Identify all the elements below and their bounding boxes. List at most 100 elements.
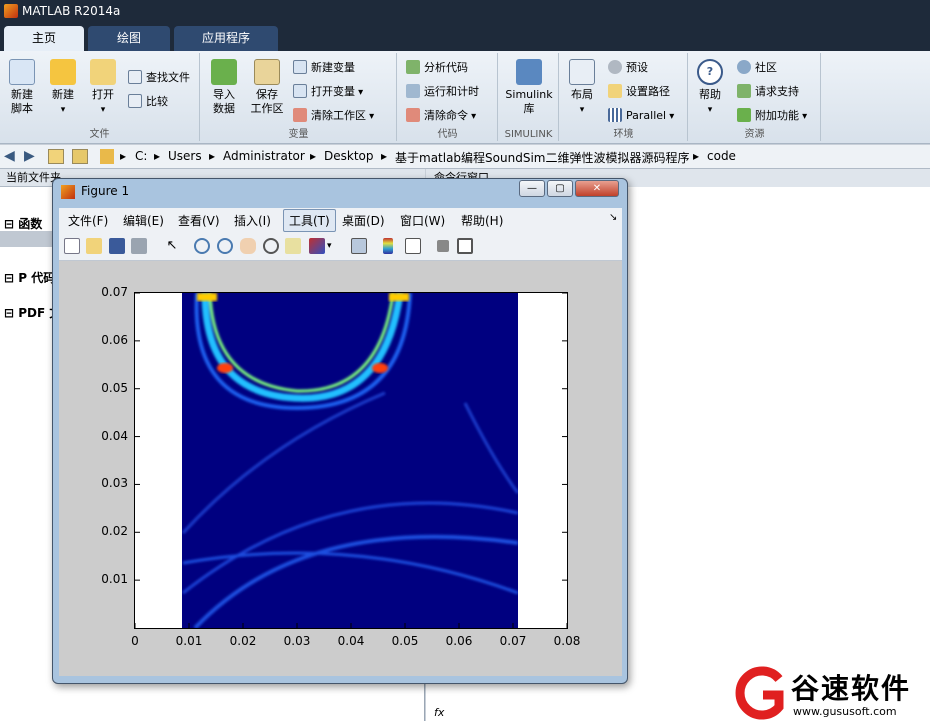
print-icon[interactable] xyxy=(131,238,147,254)
brush-dropdown-icon[interactable]: ▾ xyxy=(327,238,335,254)
preferences-button[interactable]: 预设 xyxy=(608,59,648,77)
back-arrow-icon[interactable]: ◀ xyxy=(4,148,15,164)
minimize-button[interactable]: — xyxy=(519,180,545,197)
up-folder-icon[interactable] xyxy=(48,149,64,164)
zoom-out-icon[interactable] xyxy=(217,238,233,254)
run-and-time-button[interactable]: 运行和计时 xyxy=(406,83,479,101)
show-plot-tools-icon[interactable] xyxy=(457,238,473,254)
colorbar-icon[interactable] xyxy=(383,238,393,254)
select-arrow-icon[interactable]: ↖ xyxy=(164,238,180,254)
x-tick-label: 0.05 xyxy=(391,634,419,648)
data-cursor-icon[interactable] xyxy=(285,238,301,254)
run-time-icon xyxy=(406,84,420,98)
import-arrow-icon xyxy=(211,59,237,85)
x-tick-label: 0 xyxy=(131,634,139,648)
clear-workspace-button[interactable]: 清除工作区 xyxy=(293,107,374,125)
crumb-desktop[interactable]: Desktop xyxy=(324,149,374,163)
menu-window[interactable]: 窗口(W) xyxy=(400,212,445,229)
find-files-button[interactable]: 查找文件 xyxy=(128,69,190,87)
addons-button[interactable]: 附加功能 xyxy=(737,107,807,125)
new-button[interactable]: 新建 ▾ xyxy=(48,59,78,117)
menu-tools[interactable]: 工具(T) xyxy=(283,209,336,232)
help-button[interactable]: ? 帮助 ▾ xyxy=(695,59,725,117)
menu-edit[interactable]: 编辑(E) xyxy=(123,212,164,229)
dock-arrow-icon[interactable]: ↘ xyxy=(609,212,617,223)
plus-icon xyxy=(50,59,76,85)
x-tick-label: 0.04 xyxy=(337,634,365,648)
fx-prompt-icon[interactable]: fx xyxy=(434,706,444,719)
crumb-c[interactable]: C: xyxy=(135,149,147,163)
maximize-button[interactable]: ▢ xyxy=(547,180,573,197)
gususoft-logo-mark xyxy=(735,666,784,720)
tree-section-functions[interactable]: ⊟ 函数 xyxy=(4,215,42,232)
axes[interactable] xyxy=(134,292,568,629)
y-tick-label: 0.02 xyxy=(101,524,128,539)
analyze-code-icon xyxy=(406,60,420,74)
link-plot-icon[interactable] xyxy=(351,238,367,254)
new-variable-icon xyxy=(293,60,307,74)
group-label-environment: 环境 xyxy=(613,129,634,140)
menu-insert[interactable]: 插入(I) xyxy=(234,212,271,229)
compare-icon xyxy=(128,94,142,108)
tree-section-pcode[interactable]: ⊟ P 代码 xyxy=(4,269,55,286)
tab-home[interactable]: 主页 xyxy=(4,26,84,51)
brush-icon[interactable] xyxy=(309,238,325,254)
save-icon[interactable] xyxy=(109,238,125,254)
community-button[interactable]: 社区 xyxy=(737,59,777,77)
clear-commands-button[interactable]: 清除命令 xyxy=(406,107,476,125)
open-file-icon[interactable] xyxy=(86,238,102,254)
close-button[interactable]: ✕ xyxy=(575,180,619,197)
crumb-code[interactable]: code xyxy=(707,149,736,163)
menu-desktop[interactable]: 桌面(D) xyxy=(342,212,385,229)
zoom-in-icon[interactable] xyxy=(194,238,210,254)
menu-view[interactable]: 查看(V) xyxy=(178,212,220,229)
set-path-button[interactable]: 设置路径 xyxy=(608,83,670,101)
analyze-code-button[interactable]: 分析代码 xyxy=(406,59,468,77)
hide-plot-tools-icon[interactable] xyxy=(437,240,449,252)
rotate-3d-icon[interactable] xyxy=(263,238,279,254)
new-variable-button[interactable]: 新建变量 xyxy=(293,59,355,77)
open-button[interactable]: 打开 ▾ xyxy=(88,59,118,117)
group-simulink: Simulink 库 SIMULINK xyxy=(499,53,559,141)
crumb-administrator[interactable]: Administrator xyxy=(223,149,305,163)
open-variable-button[interactable]: 打开变量 xyxy=(293,83,363,101)
group-label-file: 文件 xyxy=(89,129,110,140)
parallel-button[interactable]: Parallel xyxy=(608,107,674,125)
x-tick-label: 0.08 xyxy=(553,634,581,648)
browse-folder-icon[interactable] xyxy=(72,149,88,164)
import-data-button[interactable]: 导入 数据 xyxy=(207,59,241,116)
figure-window[interactable]: Figure 1 — ▢ ✕ 文件(F) 编辑(E) 查看(V) 插入(I) 工… xyxy=(52,178,628,684)
x-tick-label: 0.01 xyxy=(175,634,203,648)
legend-icon[interactable] xyxy=(405,238,421,254)
addons-plus-icon xyxy=(737,108,751,122)
heatmap-image xyxy=(135,293,567,628)
selected-file-row[interactable] xyxy=(0,231,60,247)
group-label-simulink: SIMULINK xyxy=(504,129,553,140)
crumb-project[interactable]: 基于matlab编程SoundSim二维弹性波模拟器源码程序 xyxy=(395,149,689,166)
group-code: 分析代码 运行和计时 清除命令 代码 xyxy=(398,53,498,141)
simulink-library-button[interactable]: Simulink 库 xyxy=(503,59,555,116)
y-tick-label: 0.07 xyxy=(101,285,128,299)
tab-plots[interactable]: 绘图 xyxy=(88,26,170,51)
hotspot-left xyxy=(217,363,233,373)
watermark-logo: 谷速软件 www.gususoft.com xyxy=(733,665,930,721)
y-tick-label: 0.06 xyxy=(101,332,128,347)
pan-hand-icon[interactable] xyxy=(240,238,256,254)
crumb-users[interactable]: Users xyxy=(168,149,202,163)
request-support-button[interactable]: 请求支持 xyxy=(737,83,799,101)
hotspot-top-left xyxy=(197,293,217,301)
find-files-icon xyxy=(128,70,142,84)
matlab-figure-icon xyxy=(61,185,75,199)
tab-apps[interactable]: 应用程序 xyxy=(174,26,278,51)
figure-toolbar: ↖ ▾ xyxy=(59,232,622,261)
new-figure-icon[interactable] xyxy=(64,238,80,254)
compare-button[interactable]: 比较 xyxy=(128,93,168,111)
layout-button[interactable]: 布局 ▾ xyxy=(566,59,598,117)
menu-help[interactable]: 帮助(H) xyxy=(461,212,503,229)
save-workspace-icon xyxy=(254,59,280,85)
menu-file[interactable]: 文件(F) xyxy=(68,212,108,229)
forward-arrow-icon[interactable]: ▶ xyxy=(24,148,35,164)
save-workspace-button[interactable]: 保存 工作区 xyxy=(247,59,287,116)
open-variable-icon xyxy=(293,84,307,98)
new-script-button[interactable]: 新建 脚本 xyxy=(6,59,38,116)
